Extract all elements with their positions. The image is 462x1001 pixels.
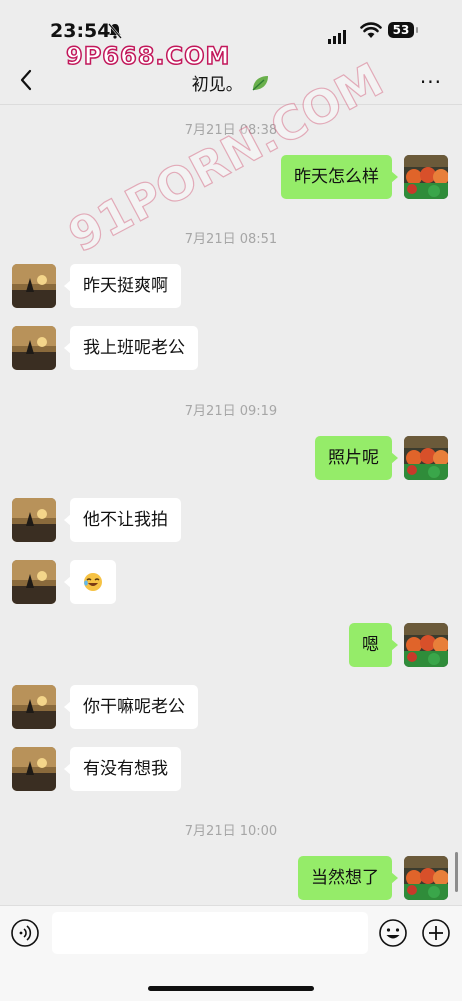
chat-area[interactable]: 7月21日 08:38 昨天怎么样 7月21日 08:51 昨天挺爽啊 我上班呢… — [0, 105, 462, 905]
status-time: 23:54 — [50, 20, 111, 42]
message-row-incoming: 他不让我拍 — [0, 498, 462, 546]
message-bubble[interactable]: 昨天挺爽啊 — [64, 264, 181, 308]
timestamp: 7月21日 10:00 — [184, 824, 278, 839]
message-bubble[interactable]: 照片呢 — [315, 436, 398, 480]
chat-title: 初见。 — [0, 70, 462, 95]
scrollbar[interactable] — [455, 852, 458, 892]
message-row-incoming: 你干嘛呢老公 — [0, 685, 462, 733]
battery-indicator: 53 — [388, 22, 418, 38]
message-bubble[interactable]: 有没有想我 — [64, 747, 181, 791]
nav-bar: 初见。 ··· — [0, 58, 462, 105]
message-bubble[interactable]: 你干嘛呢老公 — [64, 685, 198, 729]
contact-avatar[interactable] — [12, 685, 56, 729]
message-row-incoming — [0, 560, 462, 608]
message-row-outgoing: 昨天怎么样 — [0, 155, 462, 203]
message-bubble[interactable]: 我上班呢老公 — [64, 326, 198, 370]
wifi-icon — [360, 22, 382, 38]
contact-avatar[interactable] — [12, 326, 56, 370]
contact-avatar[interactable] — [12, 264, 56, 308]
voice-icon[interactable] — [10, 918, 40, 948]
message-row-outgoing: 照片呢 — [0, 436, 462, 484]
my-avatar[interactable] — [404, 436, 448, 480]
message-row-outgoing: 当然想了 — [0, 856, 462, 904]
contact-avatar[interactable] — [12, 560, 56, 604]
timestamp: 7月21日 08:38 — [184, 123, 278, 138]
message-bubble[interactable]: 他不让我拍 — [64, 498, 181, 542]
plus-icon[interactable] — [421, 918, 451, 948]
input-bar — [0, 905, 462, 1001]
message-row-incoming: 我上班呢老公 — [0, 326, 462, 374]
emoji-icon[interactable] — [378, 918, 408, 948]
my-avatar[interactable] — [404, 155, 448, 199]
laughing-crying-emoji-icon — [84, 573, 102, 591]
bell-slash-icon — [108, 23, 122, 39]
my-avatar[interactable] — [404, 623, 448, 667]
timestamp: 7月21日 08:51 — [184, 232, 278, 247]
more-icon[interactable]: ··· — [420, 70, 442, 94]
signal-icon — [328, 25, 348, 44]
contact-avatar[interactable] — [12, 498, 56, 542]
message-bubble[interactable] — [64, 560, 116, 604]
home-indicator — [148, 986, 314, 991]
chat-title-text: 初见。 — [191, 75, 243, 95]
my-avatar[interactable] — [404, 856, 448, 900]
message-bubble[interactable]: 昨天怎么样 — [281, 155, 398, 199]
leaf-icon — [252, 76, 269, 91]
message-bubble[interactable]: 嗯 — [349, 623, 398, 667]
message-bubble[interactable]: 当然想了 — [298, 856, 398, 900]
message-row-incoming: 昨天挺爽啊 — [0, 264, 462, 312]
message-input[interactable] — [52, 912, 368, 954]
timestamp: 7月21日 09:19 — [184, 404, 278, 419]
message-row-outgoing: 嗯 — [0, 623, 462, 671]
contact-avatar[interactable] — [12, 747, 56, 791]
message-row-incoming: 有没有想我 — [0, 747, 462, 795]
